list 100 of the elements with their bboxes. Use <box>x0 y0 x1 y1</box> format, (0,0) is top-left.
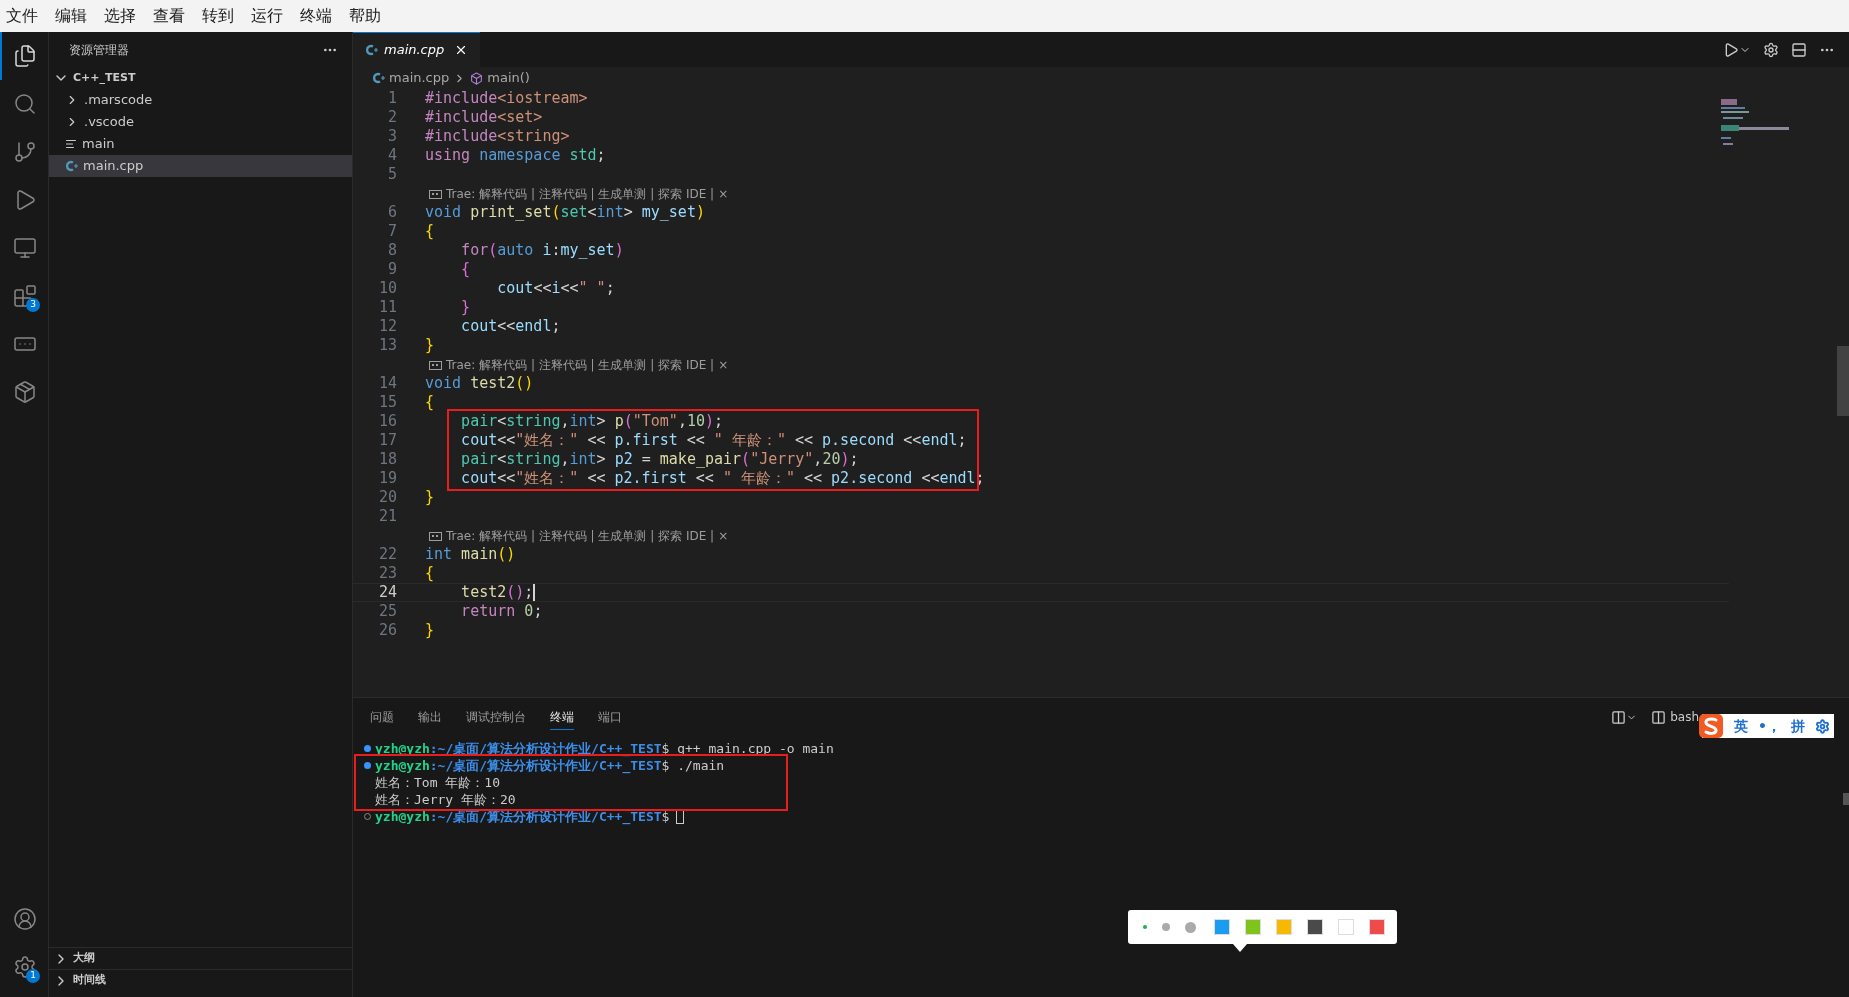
panel-tab[interactable]: 问题 <box>370 705 394 729</box>
line-number: 2 <box>386 107 398 129</box>
branch-icon[interactable] <box>13 140 37 164</box>
cube-icon <box>470 71 484 85</box>
files-icon[interactable] <box>13 44 37 68</box>
split-editor-icon[interactable] <box>1791 41 1807 58</box>
menu-item[interactable]: 终端 <box>300 4 332 28</box>
line-number: 19 <box>377 468 398 490</box>
terminal-output: 姓名：Tom 年龄：10 <box>375 773 500 792</box>
panel-tab[interactable]: 输出 <box>418 705 442 729</box>
cpp-file-icon <box>65 160 78 172</box>
tree-item[interactable]: .vscode <box>49 111 352 133</box>
line-number: 7 <box>386 221 398 243</box>
code-line: test2(); <box>460 583 534 602</box>
line-number: 24 <box>377 582 398 604</box>
monitor-icon[interactable] <box>13 236 37 260</box>
settings-icon[interactable] <box>1815 718 1830 734</box>
code-line: #include<iostream> <box>425 89 588 108</box>
menu-item[interactable]: 帮助 <box>349 4 381 28</box>
line-number: 22 <box>377 544 398 566</box>
line-number: 13 <box>377 335 398 357</box>
scrollbar-thumb <box>1843 793 1849 805</box>
codelens-close-button[interactable]: × <box>718 184 729 203</box>
line-number: 12 <box>377 316 398 338</box>
code-line: { <box>425 222 435 241</box>
terminal-name[interactable]: bash <box>1670 708 1699 726</box>
package-icon[interactable] <box>13 380 37 404</box>
codelens-close-button[interactable]: × <box>718 355 729 374</box>
menu-item[interactable]: 文件 <box>6 4 38 28</box>
codelens-icon <box>429 530 442 541</box>
color-swatch[interactable] <box>1307 919 1323 935</box>
menu-item[interactable]: 查看 <box>153 4 185 28</box>
breadcrumb-item[interactable]: main.cpp <box>389 68 450 88</box>
search-icon[interactable] <box>13 92 37 116</box>
editor-tab[interactable]: main.cpp <box>353 32 481 67</box>
ime-input[interactable]: 拼 <box>1791 715 1805 737</box>
tree-item[interactable]: main <box>49 133 352 155</box>
settings-icon[interactable] <box>13 955 37 979</box>
text-file-icon <box>65 138 77 150</box>
line-number: 1 <box>386 88 398 110</box>
section-header[interactable]: 大纲 <box>49 947 352 969</box>
panel-tab[interactable]: 终端 <box>550 704 574 730</box>
tree-item[interactable]: main.cpp <box>49 155 352 177</box>
ime-punctuation[interactable]: •， <box>1758 715 1781 737</box>
text-cursor <box>533 584 536 601</box>
section-header[interactable]: 时间线 <box>49 969 352 991</box>
tree-item[interactable]: C++_TEST <box>49 67 352 89</box>
code-line: #include<set> <box>425 108 543 127</box>
line-number: 4 <box>386 145 398 167</box>
code-line: } <box>425 488 435 507</box>
ime-mode[interactable]: 英 <box>1734 715 1749 737</box>
panel-tab[interactable]: 调试控制台 <box>466 705 526 729</box>
split-terminal-icon[interactable] <box>1611 709 1627 725</box>
color-swatch[interactable] <box>1276 919 1292 935</box>
panel-tab[interactable]: 端口 <box>598 705 622 729</box>
line-number: 14 <box>377 373 398 395</box>
code-line: cout<<"姓名：" << p2.first << " 年龄：" << p2.second <<endl; <box>460 469 985 488</box>
cpp-file-icon <box>372 72 385 84</box>
extensions-icon[interactable] <box>13 284 37 308</box>
code-line: return 0; <box>460 602 543 621</box>
scrollbar-thumb <box>1837 346 1849 416</box>
code-line: int main() <box>425 545 516 564</box>
color-swatch[interactable] <box>1338 919 1354 935</box>
menu-item[interactable]: 选择 <box>104 4 136 28</box>
line-number: 23 <box>377 563 398 585</box>
line-number: 17 <box>377 430 398 452</box>
line-number: 18 <box>377 449 398 471</box>
account-icon[interactable] <box>13 907 37 931</box>
codelens-actions[interactable]: Trae: 解释代码 | 注释代码 | 生成单测 | 探索 IDE | <box>446 355 715 374</box>
color-swatch[interactable] <box>1214 919 1230 935</box>
color-swatch[interactable] <box>1245 919 1261 935</box>
code-line: using namespace std; <box>425 146 606 165</box>
code-line: #include<string> <box>425 127 570 146</box>
tree-item[interactable]: .marscode <box>49 89 352 111</box>
sidebar-title: 资源管理器 <box>69 41 129 59</box>
line-number: 8 <box>386 240 398 262</box>
color-swatch[interactable] <box>1369 919 1385 935</box>
code-line: pair<string,int> p2 = make_pair("Jerry",20); <box>460 450 859 469</box>
codelens-actions[interactable]: Trae: 解释代码 | 注释代码 | 生成单测 | 探索 IDE | <box>446 526 715 545</box>
ime-logo-icon[interactable] <box>1698 713 1725 739</box>
line-number: 25 <box>377 601 398 623</box>
code-line: void print_set(set<int> my_set) <box>425 203 705 222</box>
line-number: 3 <box>386 126 398 148</box>
line-number: 9 <box>386 259 398 281</box>
line-number: 21 <box>377 506 398 528</box>
run-icon[interactable] <box>1723 41 1739 58</box>
code-line: { <box>460 260 471 279</box>
codelens-close-button[interactable]: × <box>718 526 729 545</box>
code-line: cout<<endl; <box>460 317 561 336</box>
menu-item[interactable]: 转到 <box>202 4 234 28</box>
terminal-icon <box>1651 709 1667 725</box>
code-line: cout<<"姓名：" << p.first << " 年龄：" << p.second <<endl; <box>460 431 967 450</box>
codelens-actions[interactable]: Trae: 解释代码 | 注释代码 | 生成单测 | 探索 IDE | <box>446 184 715 203</box>
terminal-output: 姓名：Jerry 年龄：20 <box>375 790 516 809</box>
menu-item[interactable]: 编辑 <box>55 4 87 28</box>
breadcrumb-item[interactable]: main() <box>487 68 530 88</box>
code-line: void test2() <box>425 374 534 393</box>
menu-item[interactable]: 运行 <box>251 4 283 28</box>
line-number: 6 <box>386 202 398 224</box>
code-line: } <box>425 336 435 355</box>
